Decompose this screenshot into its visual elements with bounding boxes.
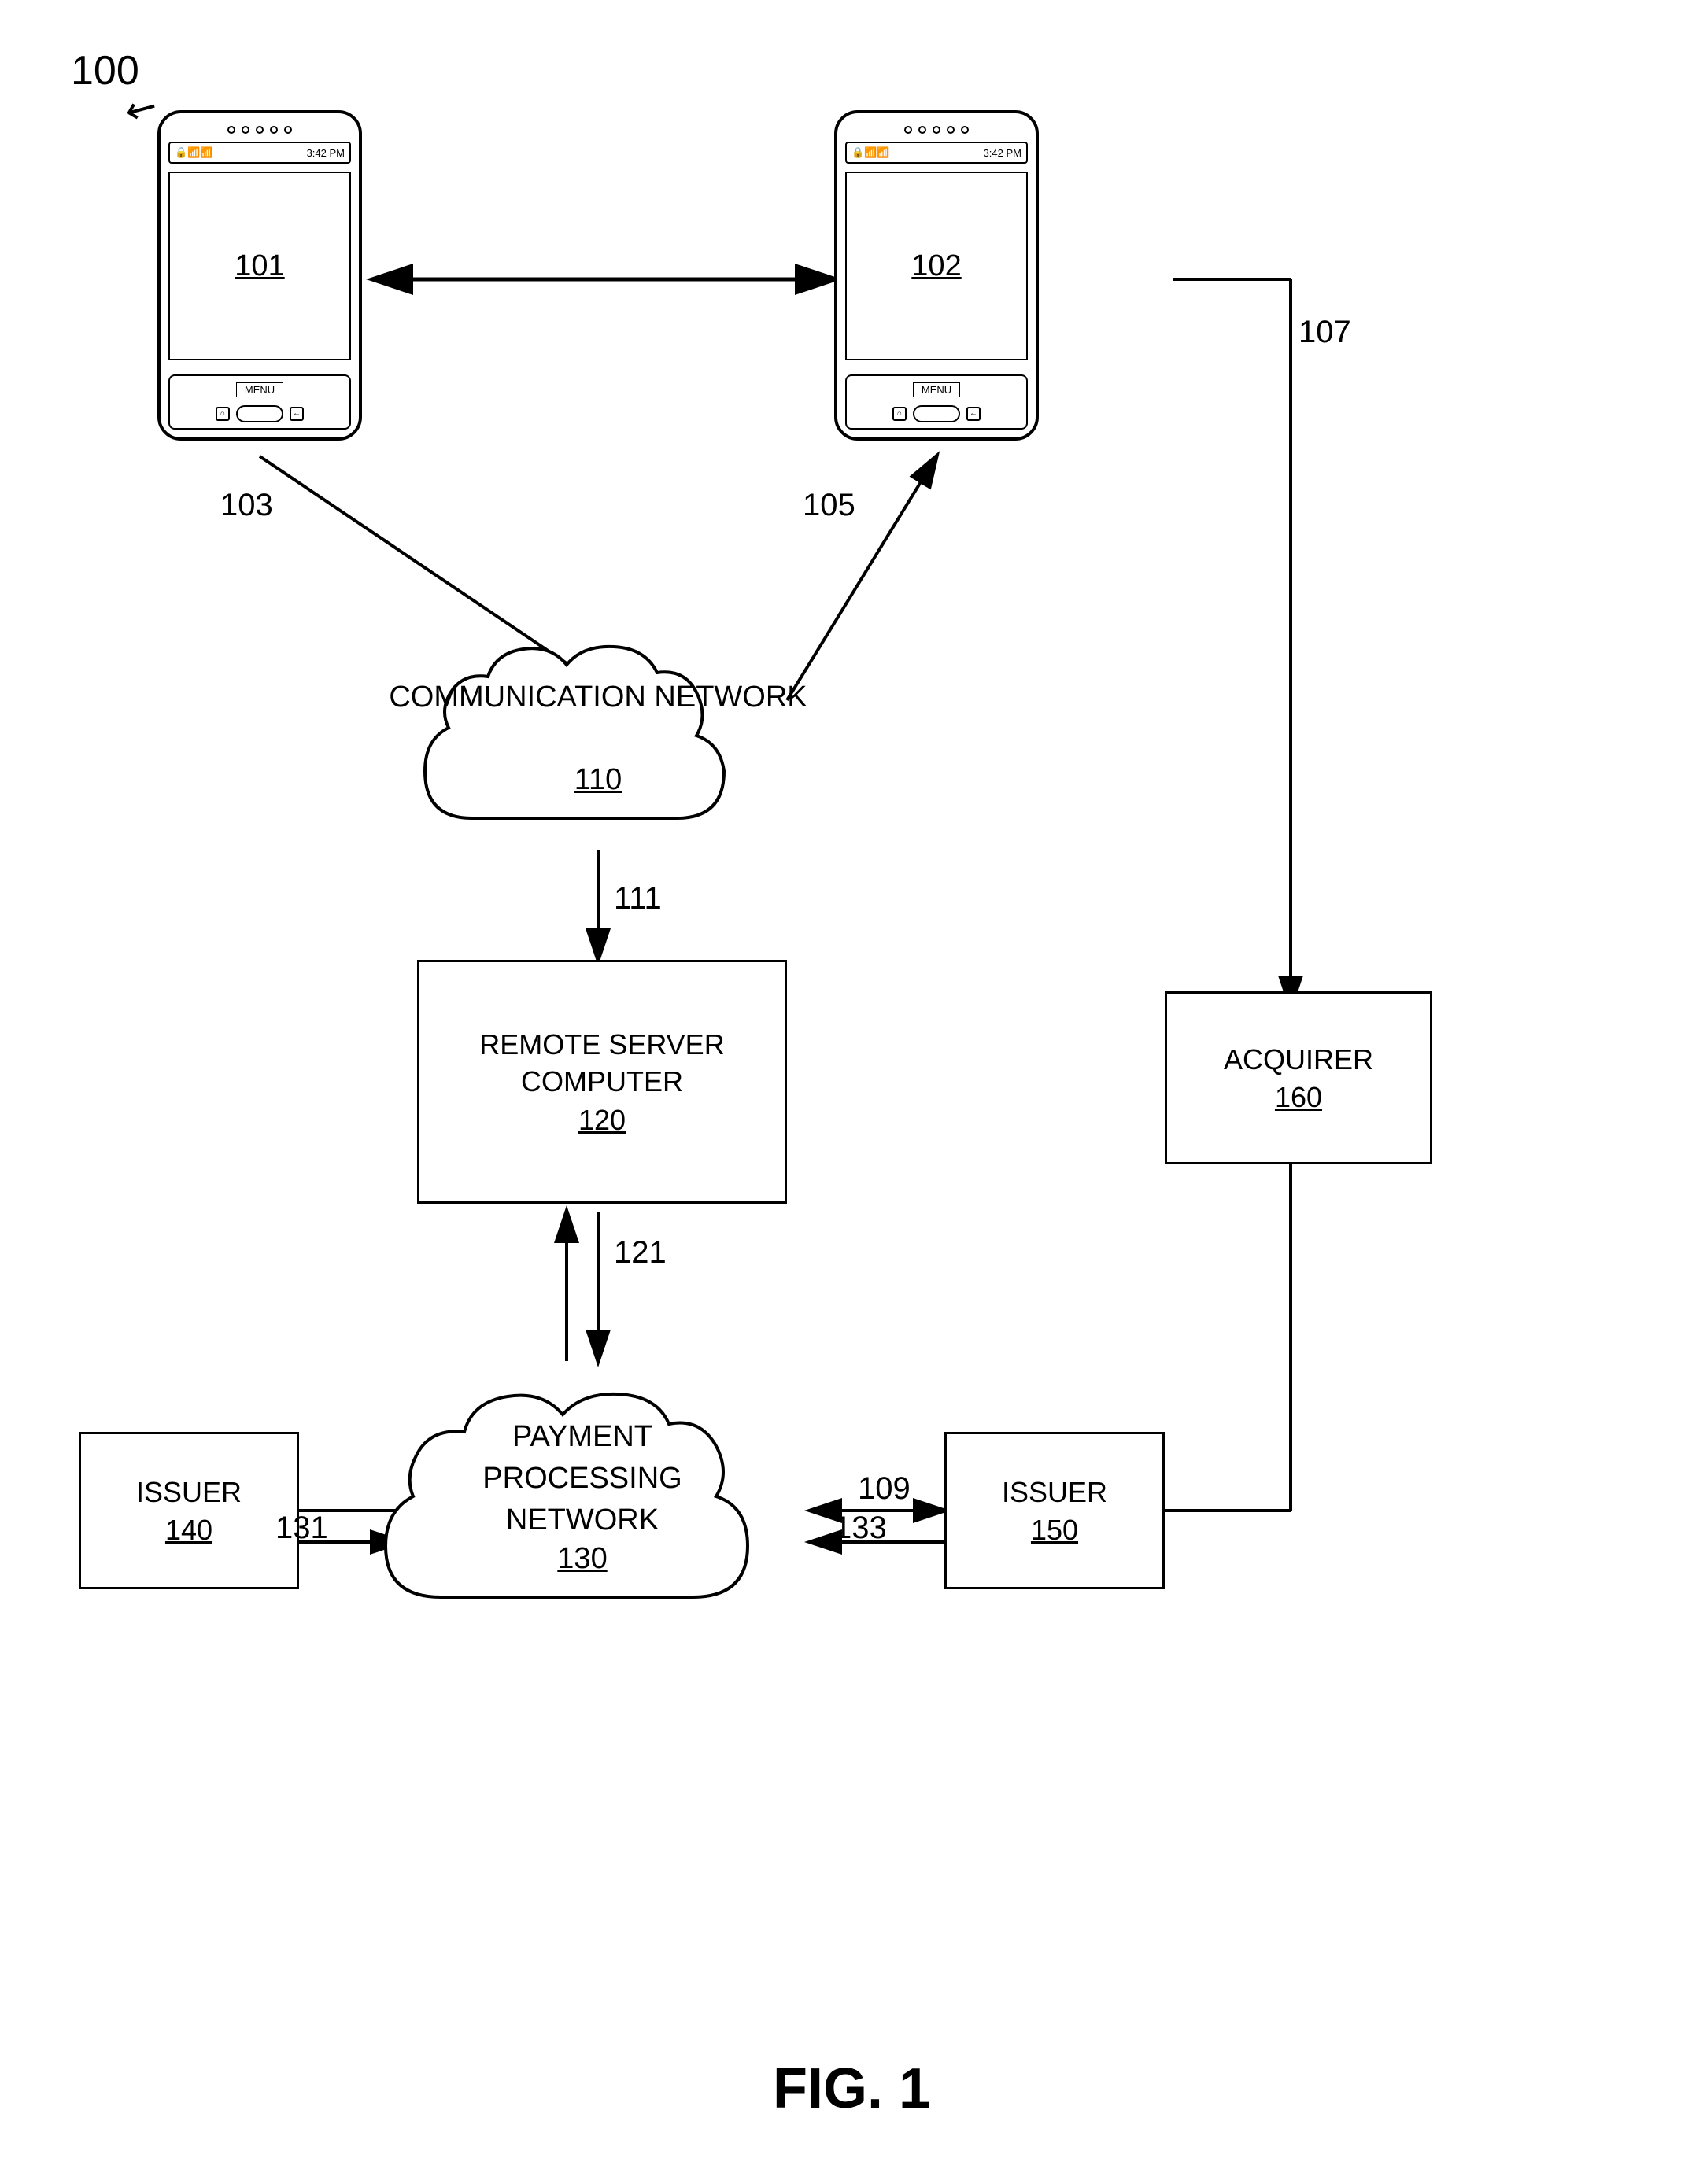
phone-left-screen: 101	[168, 172, 351, 360]
comm-network-ref: 110	[574, 763, 622, 797]
dot	[256, 126, 264, 134]
phone-right-btn-row: ⌂ ←	[892, 405, 981, 422]
issuer-140-box: ISSUER 140	[79, 1432, 299, 1589]
figure-label: FIG. 1	[773, 2057, 930, 2121]
acquirer-ref: 160	[1275, 1081, 1322, 1114]
arrow-105-label: 105	[803, 488, 855, 523]
dot	[918, 126, 926, 134]
comm-network-label: COMMUNICATION NETWORK	[389, 677, 807, 718]
left-icon: ⌂	[216, 407, 230, 421]
right-icon-r: ←	[966, 407, 981, 421]
status-time: 3:42 PM	[307, 147, 345, 159]
phone-right-ref: 102	[911, 249, 961, 283]
phone-left-status-bar: 🔒📶📶 3:42 PM	[168, 142, 351, 164]
issuer-150-label: ISSUER	[1002, 1474, 1107, 1511]
right-icon: ←	[290, 407, 304, 421]
arrow-111-label: 111	[614, 881, 662, 917]
comm-network-cloud: COMMUNICATION NETWORK 110	[393, 614, 803, 865]
dot	[242, 126, 249, 134]
center-btn-r	[913, 405, 960, 422]
arrow-133-label: 133	[834, 1511, 887, 1546]
arrow-103-label: 103	[220, 488, 273, 523]
phone-right-status-bar: 🔒📶📶 3:42 PM	[845, 142, 1028, 164]
menu-label-r: MENU	[913, 382, 960, 397]
acquirer-box: ACQUIRER 160	[1165, 991, 1432, 1164]
status-icons-r: 🔒📶📶	[852, 146, 890, 159]
status-icons: 🔒📶📶	[175, 146, 213, 159]
diagram-container: 100 ↙ 🔒📶📶 3:42 PM 101 MENU ⌂ ←	[0, 0, 1703, 2184]
arrow-131-label: 131	[275, 1511, 328, 1546]
dot	[904, 126, 912, 134]
issuer-150-box: ISSUER 150	[944, 1432, 1165, 1589]
ref-100-label: 100	[71, 47, 139, 94]
dot	[270, 126, 278, 134]
status-time-r: 3:42 PM	[984, 147, 1021, 159]
arrow-107-label: 107	[1298, 315, 1351, 350]
payment-network-cloud: PAYMENTPROCESSINGNETWORK 130	[354, 1353, 811, 1652]
dot	[961, 126, 969, 134]
phone-right-screen: 102	[845, 172, 1028, 360]
center-btn	[236, 405, 283, 422]
remote-server-box: REMOTE SERVERCOMPUTER 120	[417, 960, 787, 1204]
acquirer-label: ACQUIRER	[1224, 1042, 1373, 1079]
remote-server-label: REMOTE SERVERCOMPUTER	[479, 1027, 724, 1101]
phone-top-dots-right	[904, 126, 969, 134]
left-icon-r: ⌂	[892, 407, 907, 421]
issuer-150-ref: 150	[1031, 1514, 1078, 1547]
phone-right: 🔒📶📶 3:42 PM 102 MENU ⌂ ←	[834, 110, 1039, 441]
issuer-140-ref: 140	[165, 1514, 212, 1547]
phone-right-bottom: MENU ⌂ ←	[845, 374, 1028, 430]
menu-label: MENU	[236, 382, 283, 397]
arrow-109-label: 109	[858, 1471, 911, 1507]
phone-left-ref: 101	[235, 249, 284, 283]
phone-left-bottom: MENU ⌂ ←	[168, 374, 351, 430]
dot	[933, 126, 940, 134]
remote-server-ref: 120	[578, 1104, 626, 1137]
dot	[284, 126, 292, 134]
phone-left: 🔒📶📶 3:42 PM 101 MENU ⌂ ←	[157, 110, 362, 441]
dot	[947, 126, 955, 134]
phone-top-dots-left	[227, 126, 292, 134]
payment-network-label: PAYMENTPROCESSINGNETWORK	[482, 1416, 682, 1542]
phone-left-btn-row: ⌂ ←	[216, 405, 304, 422]
issuer-140-label: ISSUER	[136, 1474, 242, 1511]
arrow-121-label: 121	[614, 1235, 667, 1271]
payment-network-ref: 130	[557, 1542, 607, 1576]
dot	[227, 126, 235, 134]
